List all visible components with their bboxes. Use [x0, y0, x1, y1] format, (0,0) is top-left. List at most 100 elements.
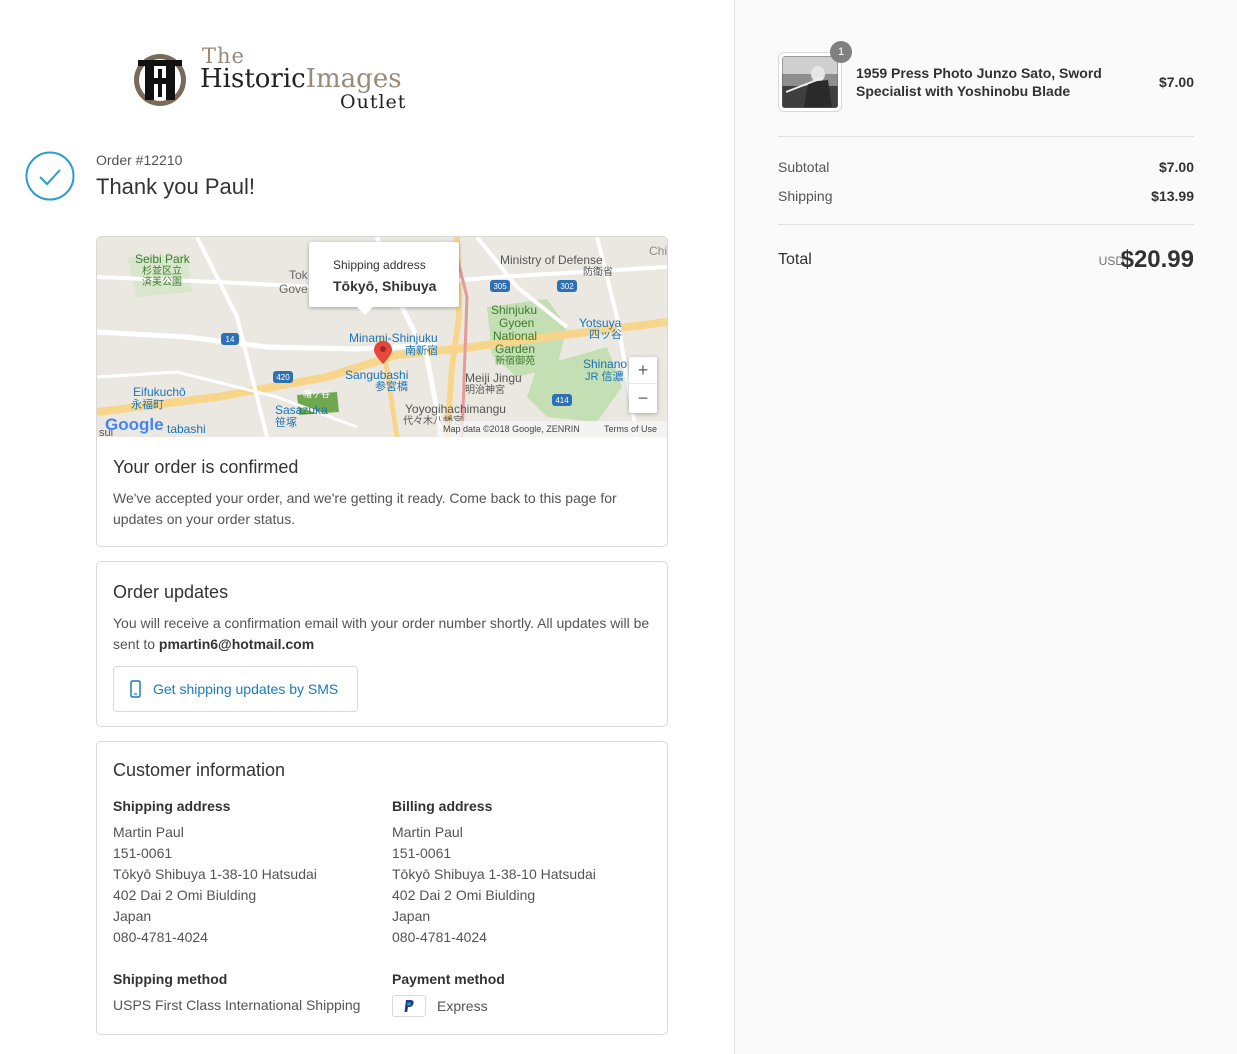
map-shield-414-label: 414	[555, 396, 569, 405]
sms-updates-button[interactable]: Get shipping updates by SMS	[113, 666, 358, 712]
order-status-card: 305 302 14 420 414 Seibi Park 杉並区立 済美公園 …	[96, 236, 668, 547]
map-label-garden: Garden	[495, 342, 535, 356]
order-number: Order #12210	[96, 152, 183, 168]
map-label-shinjuku: Shinjuku	[491, 303, 537, 317]
map-label-shinano-jp: JR 信濃	[585, 369, 624, 383]
map-label-sasazuka: Sasazuka	[275, 403, 328, 417]
shipping-method-label: Shipping method	[113, 971, 228, 987]
map-terms-link[interactable]: Terms of Use	[604, 424, 657, 434]
map-label-gove: Gove	[279, 282, 308, 296]
map-label-shinano: Shinano	[583, 357, 627, 371]
sms-updates-label: Get shipping updates by SMS	[153, 681, 339, 697]
shipping-cost-value: $13.99	[1151, 188, 1194, 204]
map-label-ministry-jp: 防衛省	[583, 265, 613, 278]
google-logo: Google	[105, 415, 164, 434]
store-logo[interactable]: The HistoricImages Outlet	[130, 44, 430, 114]
billing-address-line: 151-0061	[392, 845, 452, 861]
phone-icon	[130, 680, 141, 698]
main-content: The HistoricImages Outlet Order #12210 T…	[0, 0, 734, 1054]
product-image	[782, 56, 838, 108]
order-updates-text: You will receive a confirmation email wi…	[113, 613, 653, 655]
billing-address-line: 402 Dai 2 Omi Biulding	[392, 887, 536, 903]
payment-method-value: Express	[437, 998, 488, 1014]
map-popup-title: Shipping address	[333, 258, 426, 272]
map-label-national: National	[493, 329, 537, 343]
map-popup: Shipping address Tōkyō, Shibuya	[309, 242, 459, 315]
map-label-yotsuya-jp: 四ッ谷	[589, 328, 622, 341]
map-label-eifuku-jp: 永福町	[131, 397, 164, 411]
map-zoom-control: + −	[629, 357, 657, 413]
shipping-address-block: Shipping address Martin Paul 151-0061 Tō…	[113, 798, 373, 948]
shipping-row: Shipping $13.99	[778, 188, 1194, 204]
billing-address-line: Martin Paul	[392, 824, 463, 840]
map-zoom-out-button[interactable]: −	[629, 384, 657, 412]
customer-information-header: Customer information	[113, 760, 653, 791]
map-pin-center	[380, 346, 386, 352]
logo-name-a: Historic	[200, 64, 306, 94]
product-name: 1959 Press Photo Junzo Sato, Sword Speci…	[856, 65, 1102, 99]
logo-outlet: Outlet	[340, 91, 407, 113]
map-label-tok: Tok	[289, 268, 309, 282]
shipping-cost-label: Shipping	[778, 188, 833, 204]
billing-address-line: Tōkyō Shibuya 1-38-10 Hatsudai	[392, 866, 596, 882]
customer-information-title: Customer information	[113, 760, 286, 780]
map-label-sangubashi-jp: 参宮橋	[375, 379, 408, 393]
product-photo	[782, 56, 838, 108]
payment-method-row: Express	[392, 995, 652, 1017]
map-label-seibi-jp2: 済美公園	[142, 275, 182, 288]
total-label: Total	[778, 251, 812, 268]
shipping-address-line: 080-4781-4024	[113, 929, 208, 945]
logo-name: HistoricImages	[200, 64, 402, 94]
map-label-eifuku: Eifukuchō	[133, 385, 186, 399]
map-label-tabashi: tabashi	[167, 422, 206, 436]
logo-emblem-icon	[134, 54, 186, 106]
paypal-logo	[404, 1000, 414, 1012]
customer-information-card: Customer information Shipping address Ma…	[96, 741, 668, 1035]
product-thumbnail	[778, 52, 842, 112]
thank-you-heading: Thank you Paul!	[96, 174, 255, 199]
map-label-gyoen: Gyoen	[499, 316, 534, 330]
map-label-minami: Minami-Shinjuku	[349, 331, 438, 345]
paypal-icon	[392, 995, 426, 1017]
shipping-method-block: Shipping method USPS First Class Interna…	[113, 971, 383, 1016]
billing-address-line: Japan	[392, 908, 431, 924]
payment-method-block: Payment method Express	[392, 971, 652, 1017]
billing-address-line: 080-4781-4024	[392, 929, 487, 945]
payment-method-label: Payment method	[392, 971, 505, 987]
map-label-sasazuka-jp: 笹塚	[275, 416, 297, 429]
shipping-address-line: Japan	[113, 908, 152, 924]
map-label-chi: Chi	[649, 244, 667, 258]
map-label-meiji: Meiji Jingu	[465, 371, 522, 385]
subtotal-value: $7.00	[1158, 159, 1194, 175]
order-updates-title: Order updates	[113, 582, 229, 602]
map-label-meiji-jp: 明治神宮	[465, 383, 505, 396]
map-popup-arrow	[357, 307, 373, 315]
map-label-seibi-jp: 杉並区立	[142, 264, 182, 277]
map-zoom-in-button[interactable]: +	[629, 357, 657, 384]
map-shield-14-label: 14	[226, 335, 235, 344]
quantity-badge: 1	[830, 41, 852, 63]
map-shield-420-label: 420	[276, 373, 290, 382]
map-label-hatagaya: 幡ヶ谷	[303, 388, 330, 399]
map-label-ministry: Ministry of Defense	[500, 253, 603, 267]
map-label-garden-jp: 新宿御苑	[495, 354, 535, 367]
map-popup-value: Tōkyō, Shibuya	[333, 278, 437, 294]
shipping-address-line: Tōkyō Shibuya 1-38-10 Hatsudai	[113, 866, 317, 882]
customer-email: pmartin6@hotmail.com	[158, 636, 315, 652]
billing-address-block: Billing address Martin Paul 151-0061 Tōk…	[392, 798, 652, 948]
logo-name-b: Images	[305, 64, 402, 94]
map-attribution: Map data ©2018 Google, ZENRIN	[443, 424, 580, 434]
order-updates-card: Order updates You will receive a confirm…	[96, 561, 668, 727]
order-confirmed-section: Your order is confirmed We've accepted y…	[113, 457, 653, 530]
map-label-sangubashi: Sangubashi	[345, 368, 408, 382]
billing-address-label: Billing address	[392, 798, 493, 814]
product-price: $7.00	[1158, 74, 1194, 90]
shipping-map[interactable]: 305 302 14 420 414 Seibi Park 杉並区立 済美公園 …	[97, 237, 667, 437]
subtotal-row: Subtotal $7.00	[778, 159, 1194, 175]
shipping-address-label: Shipping address	[113, 798, 231, 814]
shipping-address-line: 151-0061	[113, 845, 173, 861]
summary-divider	[778, 136, 1194, 137]
order-updates-section: Order updates You will receive a confirm…	[113, 582, 653, 655]
map-shield-302-label: 302	[560, 282, 574, 291]
map-label-minami-jp: 南新宿	[405, 343, 438, 357]
